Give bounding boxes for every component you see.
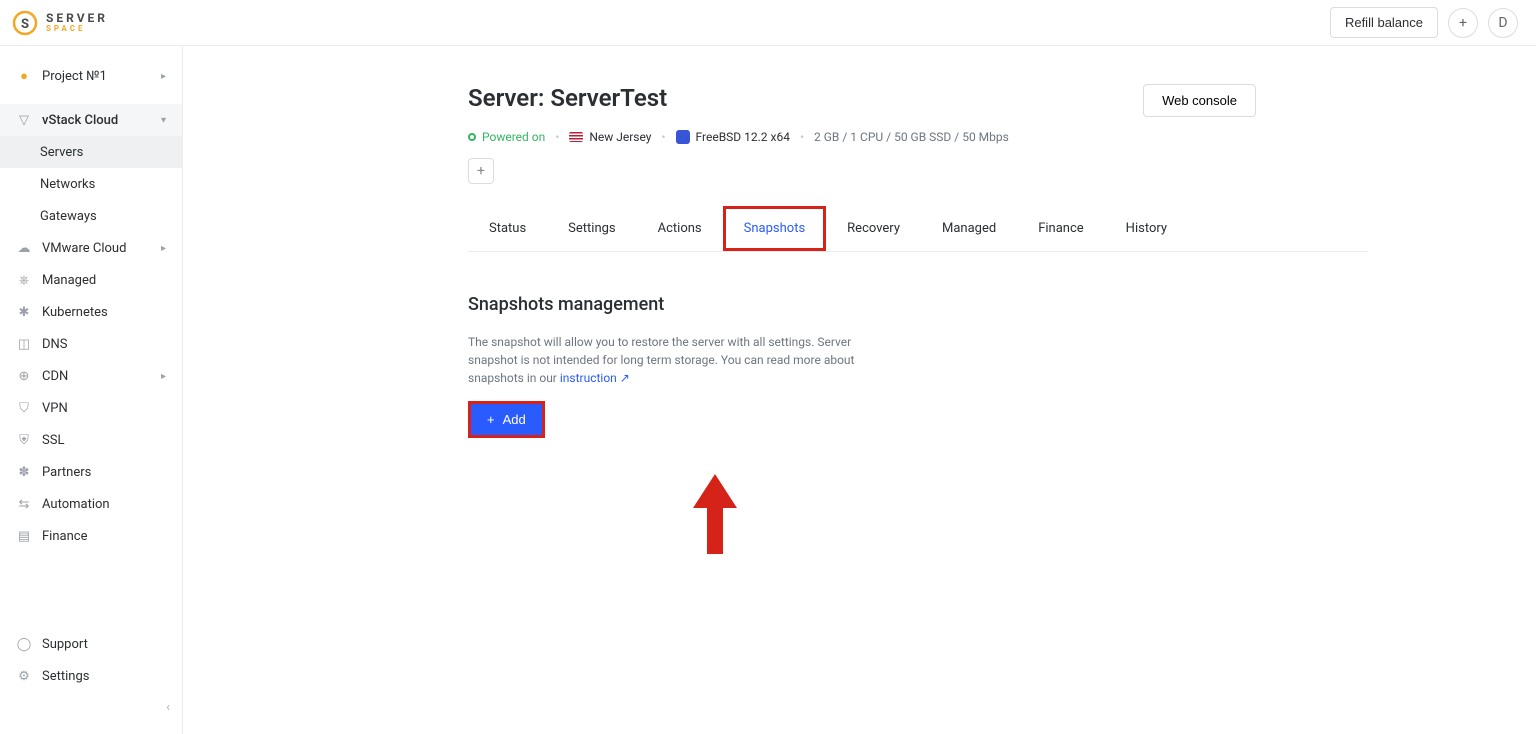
tab-status[interactable]: Status (468, 206, 547, 251)
server-tabs: Status Settings Actions Snapshots Recove… (468, 206, 1368, 252)
tab-settings[interactable]: Settings (547, 206, 636, 251)
logo-text-top: SERVER (46, 12, 108, 24)
sidebar-item-vpn[interactable]: ⛉ VPN (0, 392, 182, 424)
main-content: Server: ServerTest Web console Powered o… (183, 46, 1536, 734)
dns-icon: ◫ (16, 337, 32, 352)
finance-icon: ▤ (16, 529, 32, 544)
snapshots-description: The snapshot will allow you to restore t… (468, 333, 876, 387)
tab-history[interactable]: History (1105, 206, 1188, 251)
support-icon: ◯ (16, 637, 32, 652)
gear-icon: ⚙ (16, 669, 32, 684)
add-button[interactable]: + (1448, 8, 1478, 38)
cdn-icon: ⊕ (16, 369, 32, 384)
logo-text-bottom: SPACE (46, 24, 108, 33)
ssl-icon: ⛨ (16, 433, 32, 448)
sidebar-item-networks[interactable]: Networks (0, 168, 182, 200)
managed-icon: ⎈ (16, 273, 32, 288)
page-title: Server: ServerTest (468, 84, 667, 112)
sidebar-item-partners[interactable]: ✽ Partners (0, 456, 182, 488)
sidebar-item-cdn[interactable]: ⊕ CDN ▸ (0, 360, 182, 392)
instruction-link[interactable]: instruction ↗ (560, 371, 630, 385)
snapshots-heading: Snapshots management (468, 294, 1368, 315)
topbar: S SERVER SPACE Refill balance + D (0, 0, 1536, 46)
svg-text:S: S (21, 17, 29, 32)
collapse-sidebar-button[interactable]: ‹ (0, 692, 182, 722)
project-icon: ● (16, 68, 32, 84)
sidebar-item-support[interactable]: ◯ Support (0, 628, 182, 660)
logo[interactable]: S SERVER SPACE (12, 10, 108, 36)
vpn-icon: ⛉ (16, 401, 32, 416)
server-os: FreeBSD 12.2 x64 (676, 130, 790, 144)
project-label: Project №1 (42, 69, 107, 84)
partners-icon: ✽ (16, 465, 32, 480)
chevron-left-icon: ‹ (166, 700, 170, 715)
sidebar-item-gateways[interactable]: Gateways (0, 200, 182, 232)
flag-us-icon (569, 132, 583, 142)
sidebar-item-servers[interactable]: Servers (0, 136, 182, 168)
tab-actions[interactable]: Actions (637, 206, 723, 251)
vstack-icon: ▽ (16, 113, 32, 128)
add-button-highlight: + Add (468, 401, 545, 438)
automation-icon: ⇆ (16, 497, 32, 512)
plus-icon: + (477, 163, 485, 179)
plus-icon: + (1459, 15, 1467, 31)
add-snapshot-button[interactable]: + Add (471, 404, 542, 435)
sidebar-item-settings[interactable]: ⚙ Settings (0, 660, 182, 692)
sidebar-item-finance[interactable]: ▤ Finance (0, 520, 182, 552)
web-console-button[interactable]: Web console (1143, 84, 1256, 117)
sidebar: ● Project №1 ▸ ▽ vStack Cloud ▾ Servers … (0, 46, 183, 734)
vstack-label: vStack Cloud (42, 113, 118, 128)
chevron-icon: ▸ (161, 371, 166, 382)
project-selector[interactable]: ● Project №1 ▸ (0, 56, 182, 96)
chevron-right-icon: ▸ (161, 71, 166, 82)
avatar[interactable]: D (1488, 8, 1518, 38)
server-specs: 2 GB / 1 CPU / 50 GB SSD / 50 Mbps (814, 130, 1009, 144)
sidebar-item-vmware[interactable]: ☁ VMware Cloud ▸ (0, 232, 182, 264)
sidebar-section-vstack[interactable]: ▽ vStack Cloud ▾ (0, 104, 182, 136)
chevron-icon: ▸ (161, 243, 166, 254)
tab-finance[interactable]: Finance (1017, 206, 1104, 251)
add-tag-button[interactable]: + (468, 158, 494, 184)
logo-icon: S (12, 10, 38, 36)
power-icon (468, 133, 476, 141)
cloud-icon: ☁ (16, 241, 32, 256)
chevron-down-icon: ▾ (161, 115, 166, 126)
sidebar-item-ssl[interactable]: ⛨ SSL (0, 424, 182, 456)
server-location: New Jersey (569, 130, 651, 144)
os-icon (676, 130, 690, 144)
refill-balance-button[interactable]: Refill balance (1330, 7, 1438, 38)
server-meta: Powered on • New Jersey • FreeBSD 12.2 x… (468, 130, 1368, 144)
sidebar-item-dns[interactable]: ◫ DNS (0, 328, 182, 360)
sidebar-item-managed[interactable]: ⎈ Managed (0, 264, 182, 296)
kubernetes-icon: ✱ (16, 305, 32, 320)
annotation-arrow-icon (693, 474, 737, 558)
plus-icon: + (487, 412, 495, 427)
tab-snapshots[interactable]: Snapshots (723, 206, 827, 251)
power-status: Powered on (468, 130, 545, 144)
sidebar-item-kubernetes[interactable]: ✱ Kubernetes (0, 296, 182, 328)
tab-managed[interactable]: Managed (921, 206, 1017, 251)
tab-recovery[interactable]: Recovery (826, 206, 921, 251)
sidebar-item-automation[interactable]: ⇆ Automation (0, 488, 182, 520)
